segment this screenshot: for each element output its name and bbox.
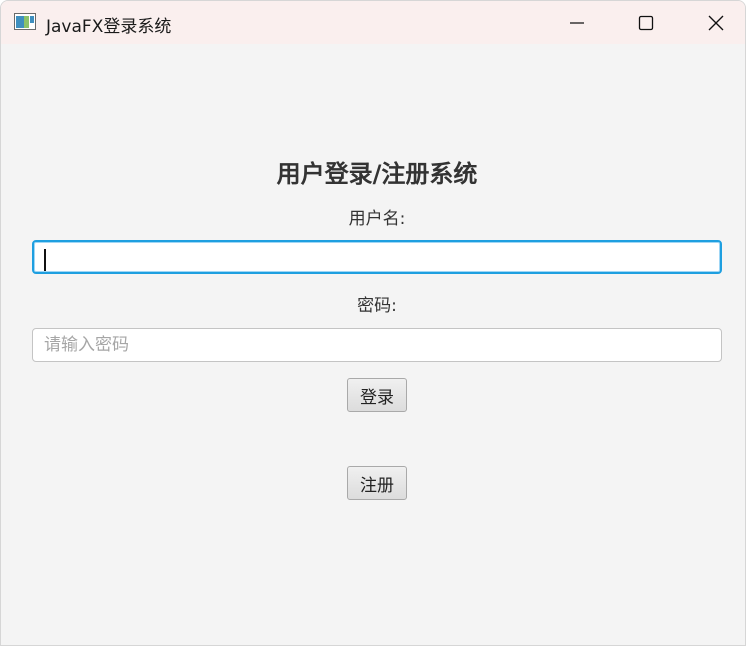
minimize-icon xyxy=(570,21,584,24)
password-input[interactable] xyxy=(32,328,722,362)
page-title: 用户登录/注册系统 xyxy=(276,160,478,188)
maximize-button[interactable] xyxy=(611,1,681,44)
form-content: 用户登录/注册系统 用户名: 密码: 登录 注册 xyxy=(1,44,745,645)
username-input[interactable] xyxy=(32,240,722,274)
register-button[interactable]: 注册 xyxy=(347,466,407,500)
javafx-app-icon xyxy=(14,13,36,30)
close-button[interactable] xyxy=(681,1,745,44)
username-label: 用户名: xyxy=(348,209,406,229)
password-label: 密码: xyxy=(357,296,397,316)
app-window: JavaFX登录系统 用户登录/注册系统 用户名: 密码: 登录 注册 xyxy=(0,0,746,646)
title-bar[interactable]: JavaFX登录系统 xyxy=(1,1,745,44)
maximize-icon xyxy=(638,15,654,30)
close-icon xyxy=(708,15,724,30)
window-title: JavaFX登录系统 xyxy=(46,17,172,37)
text-cursor xyxy=(44,249,46,271)
minimize-button[interactable] xyxy=(542,1,612,44)
login-button[interactable]: 登录 xyxy=(347,378,407,412)
